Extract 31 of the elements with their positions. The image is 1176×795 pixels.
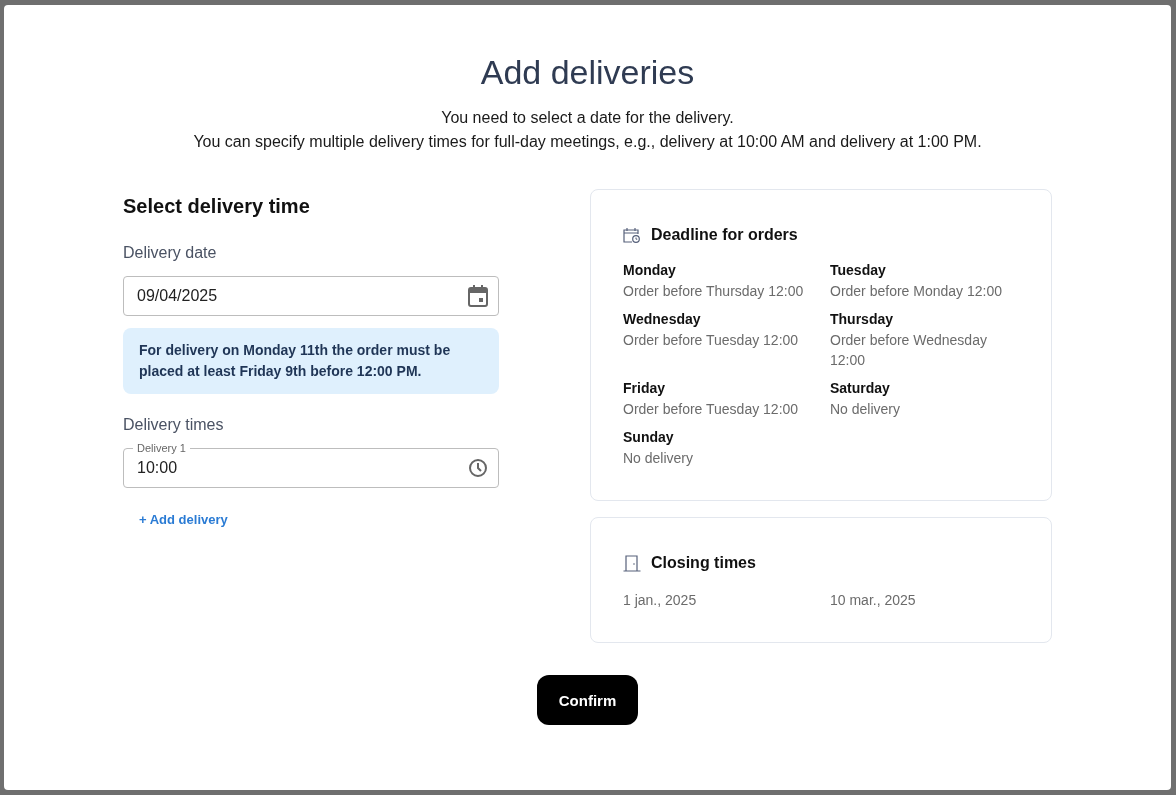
field-label: Delivery date — [123, 244, 218, 262]
deadline-text: No delivery — [830, 400, 902, 419]
deadline-text: Order before Tuesday 12:00 — [623, 331, 800, 350]
door-icon — [623, 554, 641, 572]
calendar-icon[interactable] — [468, 285, 488, 307]
date-field[interactable]: 09/04/2025 — [123, 276, 499, 316]
notice-message: For delivery on Monday 11th the order must be placed at least Friday 9th before 12:00 PM. — [123, 328, 499, 394]
closing-date: 10 mar., 2025 — [830, 592, 917, 608]
confirm-button[interactable]: Confirm — [537, 675, 638, 725]
weekday-label: Monday — [623, 261, 677, 280]
deadline-text: Order before Thursday 12:00 — [623, 282, 805, 301]
calendar-clock-icon — [623, 227, 641, 243]
clock-icon[interactable] — [468, 458, 488, 478]
dialog-title: Add deliveries — [480, 53, 695, 92]
add-delivery-link[interactable]: + Add delivery — [139, 512, 228, 527]
section-heading: Select delivery time — [123, 195, 311, 218]
weekday-label: Sunday — [623, 428, 675, 447]
weekday-label: Wednesday — [623, 310, 702, 329]
weekday-label: Friday — [623, 379, 666, 398]
deadline-text: No delivery — [623, 449, 695, 468]
card-title: Deadline for orders — [651, 226, 798, 244]
weekday-label: Tuesday — [830, 261, 887, 280]
closing-date: 1 jan., 2025 — [623, 592, 698, 608]
deadline-text: Order before Monday 12:00 — [830, 282, 1003, 301]
card-title: Closing times — [651, 554, 756, 572]
weekday-label: Saturday — [830, 379, 891, 398]
intro-text: You need to select a date for the delivery. You can specify multiple delivery times for full-day meetings, e.g., delivery at 10:00 AM and delivery at 1:00 PM. — [193, 108, 982, 152]
deadline-text: Order before Wednesday 12:00 — [830, 331, 988, 370]
field-label: Delivery times — [123, 416, 225, 434]
weekday-label: Thursday — [830, 310, 894, 329]
deadline-text: Order before Tuesday 12:00 — [623, 400, 800, 419]
